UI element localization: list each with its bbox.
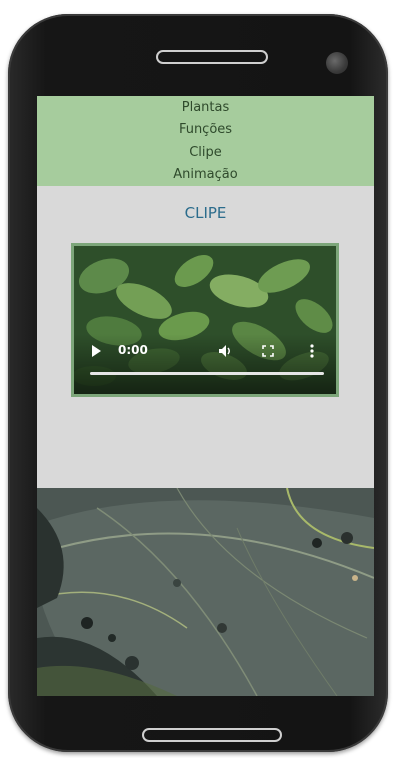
phone-screen: Plantas Funções Clipe Animação CLIPE 0:0… bbox=[37, 96, 374, 696]
leaf-photo bbox=[37, 488, 374, 696]
play-button[interactable] bbox=[90, 344, 102, 361]
more-vertical-icon bbox=[310, 344, 314, 358]
fullscreen-button[interactable] bbox=[262, 345, 274, 360]
volume-button[interactable] bbox=[218, 344, 232, 361]
video-player[interactable]: 0:00 bbox=[71, 243, 339, 397]
video-progress-bar[interactable] bbox=[90, 372, 324, 375]
leaf-background-image bbox=[37, 488, 374, 696]
more-options-button[interactable] bbox=[310, 344, 314, 361]
nav-item-funcoes[interactable]: Funções bbox=[37, 122, 374, 137]
volume-icon bbox=[219, 345, 230, 357]
front-camera bbox=[326, 52, 348, 74]
video-controls-shade bbox=[74, 334, 336, 394]
play-icon bbox=[92, 345, 101, 357]
video-time: 0:00 bbox=[118, 343, 148, 357]
nav-item-clipe[interactable]: Clipe bbox=[37, 145, 374, 160]
speaker-grille bbox=[156, 50, 268, 64]
home-button[interactable] bbox=[142, 728, 282, 742]
nav-item-plantas[interactable]: Plantas bbox=[37, 100, 374, 115]
navigation-menu: Plantas Funções Clipe Animação bbox=[37, 96, 374, 186]
page-title: CLIPE bbox=[184, 204, 227, 222]
fullscreen-icon bbox=[262, 345, 274, 357]
nav-item-animacao[interactable]: Animação bbox=[37, 167, 374, 182]
